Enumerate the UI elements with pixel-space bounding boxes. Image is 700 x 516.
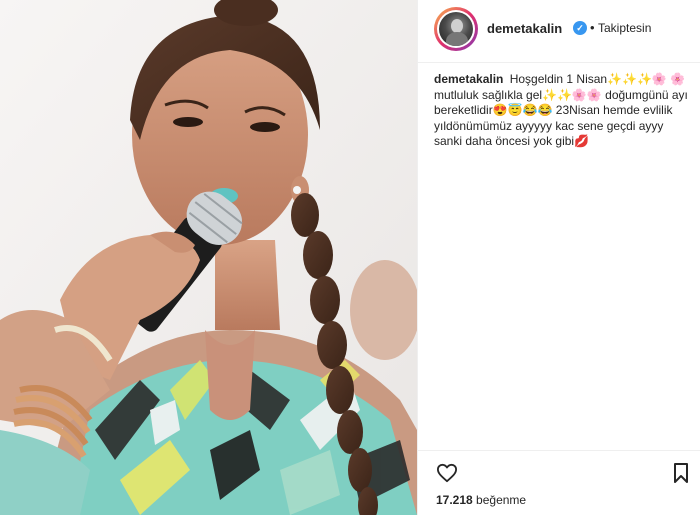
likes-label: beğenme [476,493,527,507]
follow-status-button[interactable]: Takiptesin [598,21,651,35]
post-photo[interactable] [0,0,417,515]
post-caption: demetakalin Hoşgeldin 1 Nisan✨✨✨🌸 🌸mutlu… [434,72,689,150]
caption-username-link[interactable]: demetakalin [434,72,503,86]
avatar-image [439,12,473,46]
post-actions: 17.218 beğenme [418,450,700,516]
avatar[interactable] [434,7,478,51]
username-link[interactable]: demetakalin [487,21,562,36]
bookmark-icon[interactable] [673,463,689,488]
verified-badge-icon: ✓ [573,21,587,35]
likes-count[interactable]: 17.218 beğenme [436,493,526,507]
likes-number: 17.218 [436,493,473,507]
separator-dot: • [590,20,595,35]
post-header: demetakalin ✓ • Takiptesin [418,0,700,63]
heart-icon[interactable] [436,463,458,488]
post-side-panel: demetakalin ✓ • Takiptesin demetakalin H… [418,0,700,515]
